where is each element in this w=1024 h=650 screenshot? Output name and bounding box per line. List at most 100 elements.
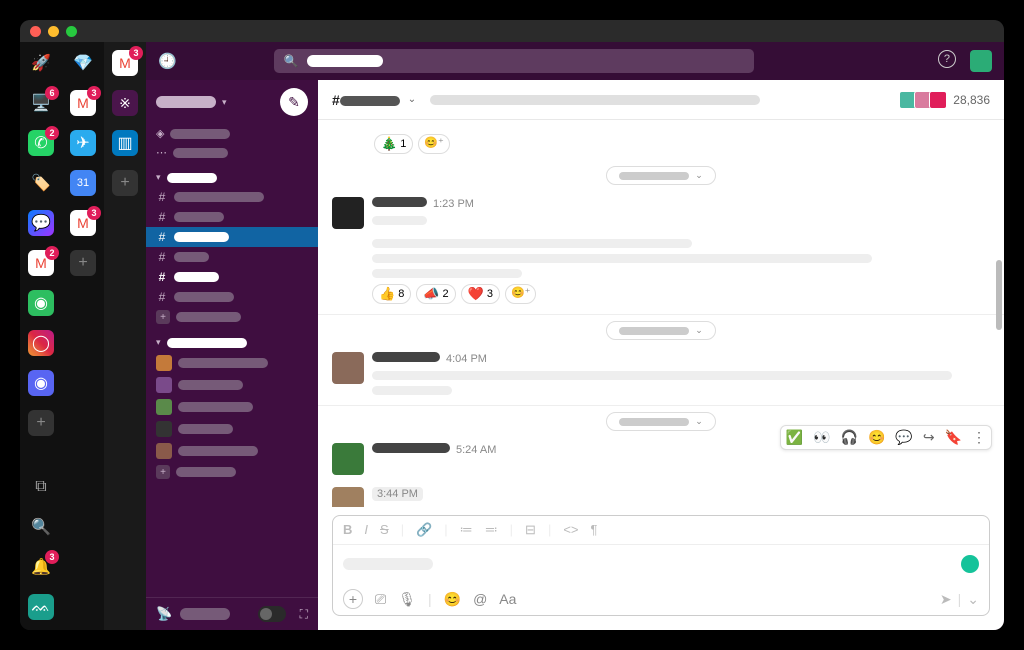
channel-item[interactable]: # xyxy=(146,247,318,267)
audio-button[interactable]: 🎙 xyxy=(398,591,416,608)
channel-item[interactable]: # xyxy=(146,267,318,287)
rail-whatsapp-icon[interactable]: ✆2 xyxy=(28,130,54,156)
compose-button[interactable]: ✎ xyxy=(280,88,308,116)
strike-button[interactable]: S xyxy=(380,522,389,538)
react-eyes-icon[interactable]: 👀 xyxy=(813,429,830,446)
format-button[interactable]: Aa xyxy=(499,591,516,607)
code-button[interactable]: <> xyxy=(563,522,578,538)
ul-button[interactable]: ≕ xyxy=(485,522,498,538)
huddle-toggle[interactable] xyxy=(258,606,286,622)
composer-input[interactable] xyxy=(333,545,989,583)
messages-list[interactable]: 🎄1 😊⁺ ⌄ 1:23 PM xyxy=(318,120,1004,507)
rail-desktop-icon[interactable]: 🖥️6 xyxy=(28,90,54,116)
close-window-button[interactable] xyxy=(30,26,41,37)
more-icon[interactable]: ⋮ xyxy=(972,429,986,446)
dms-header[interactable]: ▾ xyxy=(146,333,318,352)
author-name[interactable] xyxy=(372,443,450,453)
avatar[interactable] xyxy=(332,487,364,507)
maximize-window-button[interactable] xyxy=(66,26,77,37)
channel-item-active[interactable]: # xyxy=(146,227,318,247)
avatar[interactable] xyxy=(332,197,364,229)
workspace-switcher[interactable]: ▾ ✎ xyxy=(146,80,318,124)
help-icon[interactable]: ? xyxy=(938,50,956,68)
rail-discord-icon[interactable]: ◉ xyxy=(28,370,54,396)
minimize-window-button[interactable] xyxy=(48,26,59,37)
rail-messenger-icon[interactable]: 💬 xyxy=(28,210,54,236)
grammarly-icon[interactable] xyxy=(961,555,979,573)
italic-button[interactable]: I xyxy=(364,522,368,538)
franz-icon[interactable]: ᨐ xyxy=(28,594,54,620)
sidebar-more[interactable]: ⋯ xyxy=(146,143,318,162)
link-button[interactable]: 🔗 xyxy=(416,522,432,538)
rail-add-button[interactable]: + xyxy=(112,170,138,196)
share-icon[interactable]: ↪ xyxy=(923,429,935,446)
dm-item[interactable] xyxy=(146,440,318,462)
react-headphones-icon[interactable]: 🎧 xyxy=(841,429,858,446)
date-divider[interactable]: ⌄ xyxy=(318,321,1004,340)
channel-item[interactable]: # xyxy=(146,287,318,307)
avatar[interactable] xyxy=(332,352,364,384)
avatar[interactable] xyxy=(332,443,364,475)
message[interactable]: 3:44 PM xyxy=(318,481,1004,507)
rail-add-button[interactable]: + xyxy=(70,250,96,276)
message[interactable]: 1:23 PM 👍8 📣2 ❤️3 😊⁺ xyxy=(318,191,1004,310)
list-icon[interactable]: ⛶ xyxy=(300,607,308,622)
channel-item[interactable]: # xyxy=(146,187,318,207)
reaction[interactable]: 🎄1 xyxy=(374,134,413,154)
rail-rocket-icon[interactable]: 🚀 xyxy=(28,50,54,76)
add-channel[interactable]: + xyxy=(146,307,318,327)
dm-item[interactable] xyxy=(146,418,318,440)
bold-button[interactable]: B xyxy=(343,522,352,538)
scrollbar[interactable] xyxy=(996,260,1002,330)
rail-tag-icon[interactable]: 🏷️ xyxy=(28,170,54,196)
reaction[interactable]: ❤️3 xyxy=(461,284,500,304)
search-icon[interactable]: 🔍 xyxy=(28,514,54,540)
author-name[interactable] xyxy=(372,197,427,207)
dm-item[interactable] xyxy=(146,396,318,418)
quote-button[interactable]: ⊟ xyxy=(525,522,536,538)
rail-slack-icon[interactable]: ※ xyxy=(112,90,138,116)
channels-header[interactable]: ▾ xyxy=(146,168,318,187)
rail-gmail-icon[interactable]: M3 xyxy=(112,50,138,76)
reaction[interactable]: 📣2 xyxy=(416,284,455,304)
rail-add-button[interactable]: + xyxy=(28,410,54,436)
rail-telegram-icon[interactable]: ✈ xyxy=(70,130,96,156)
ol-button[interactable]: ≔ xyxy=(460,522,473,538)
add-reaction[interactable]: 😊⁺ xyxy=(505,284,537,304)
send-options[interactable]: ⌄ xyxy=(967,591,979,608)
emoji-icon[interactable]: 😊 xyxy=(868,429,885,446)
add-dm[interactable]: + xyxy=(146,462,318,482)
send-button[interactable]: ➤ xyxy=(940,591,952,608)
dm-item[interactable] xyxy=(146,374,318,396)
bookmark-icon[interactable]: 🔖 xyxy=(945,429,962,446)
sidebar-threads[interactable]: ◈ xyxy=(146,124,318,143)
date-divider[interactable]: ⌄ xyxy=(318,166,1004,185)
huddle-icon[interactable]: 📡 xyxy=(156,606,172,622)
add-reaction[interactable]: 😊⁺ xyxy=(418,134,450,154)
rail-gmail-icon[interactable]: M2 xyxy=(28,250,54,276)
thread-icon[interactable]: 💬 xyxy=(895,429,912,446)
video-button[interactable]: ⎚ xyxy=(375,591,386,608)
message[interactable]: 4:04 PM xyxy=(318,346,1004,401)
member-avatars[interactable] xyxy=(902,91,947,109)
rail-gem-icon[interactable]: 💎 xyxy=(70,50,96,76)
dm-item[interactable] xyxy=(146,352,318,374)
search-input[interactable]: 🔍 xyxy=(274,49,754,73)
history-icon[interactable]: 🕘 xyxy=(158,52,177,70)
channel-name[interactable]: # xyxy=(332,92,400,108)
react-check-icon[interactable]: ✅ xyxy=(786,429,803,446)
codeblock-button[interactable]: ¶ xyxy=(591,522,598,538)
channel-item[interactable]: # xyxy=(146,207,318,227)
rail-evernote-icon[interactable]: ◉ xyxy=(28,290,54,316)
rail-gmail-icon[interactable]: M3 xyxy=(70,210,96,236)
rail-calendar-icon[interactable]: 31 xyxy=(70,170,96,196)
rail-trello-icon[interactable]: ▥ xyxy=(112,130,138,156)
channel-topic[interactable] xyxy=(430,95,760,105)
message[interactable]: 5:24 AM ✅ 👀 🎧 😊 💬 ↪ 🔖 ⋮ xyxy=(318,437,1004,481)
extensions-icon[interactable]: ⧉ xyxy=(28,474,54,500)
attach-button[interactable]: + xyxy=(343,589,363,609)
rail-gmail-icon[interactable]: M3 xyxy=(70,90,96,116)
author-name[interactable] xyxy=(372,352,440,362)
notifications-icon[interactable]: 🔔3 xyxy=(28,554,54,580)
reaction[interactable]: 👍8 xyxy=(372,284,411,304)
